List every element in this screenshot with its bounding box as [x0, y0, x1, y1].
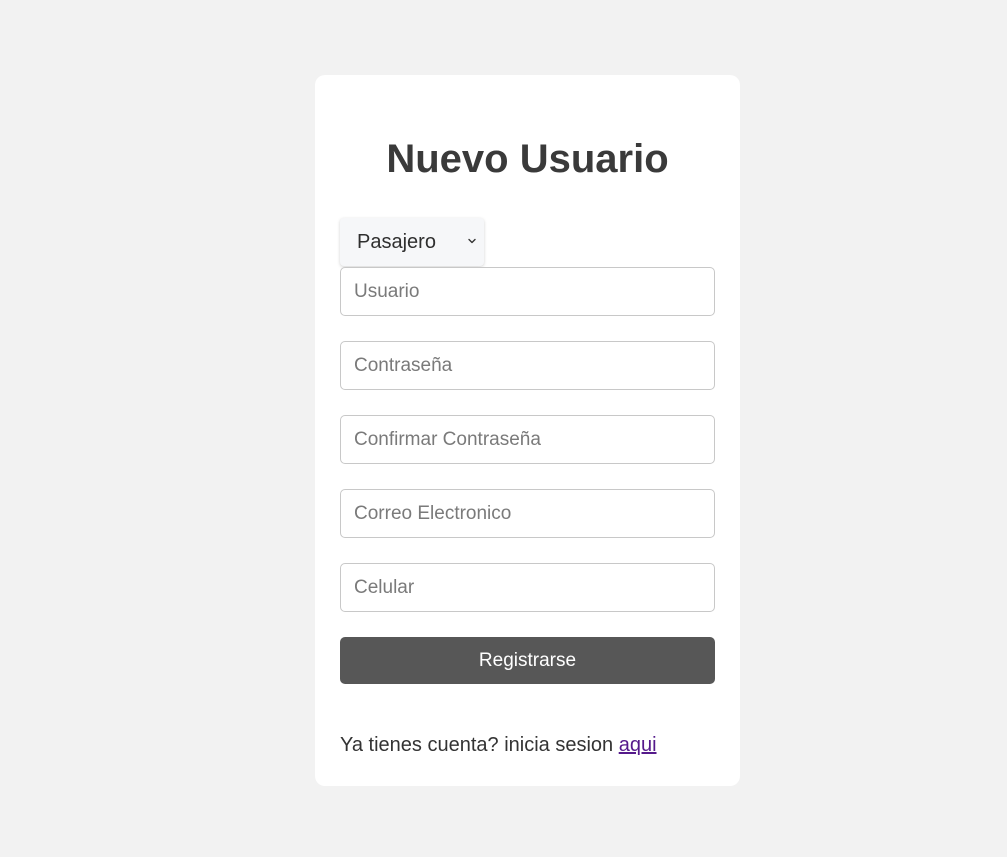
phone-input[interactable]: [340, 563, 715, 612]
confirm-password-input[interactable]: [340, 415, 715, 464]
login-prompt: Ya tienes cuenta? inicia sesion aqui: [340, 733, 657, 757]
role-select-value: Pasajero: [357, 231, 436, 253]
role-select[interactable]: Pasajero: [340, 218, 484, 266]
username-input[interactable]: [340, 267, 715, 316]
page-title: Nuevo Usuario: [386, 137, 669, 181]
chevron-down-icon: [468, 238, 476, 244]
password-input[interactable]: [340, 341, 715, 390]
email-input[interactable]: [340, 489, 715, 538]
login-link[interactable]: aqui: [619, 734, 657, 756]
register-button[interactable]: Registrarse: [340, 637, 715, 684]
login-prompt-text: Ya tienes cuenta? inicia sesion: [340, 734, 614, 756]
